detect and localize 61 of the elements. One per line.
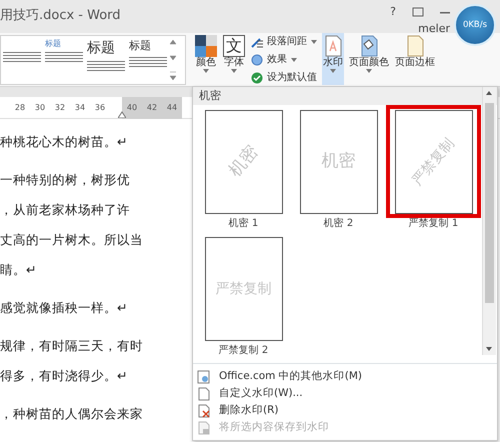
scroll-up-icon[interactable]	[486, 91, 492, 95]
document-line: 睛。↵	[0, 261, 36, 279]
ruler-number: 30	[34, 102, 46, 114]
document-line: 丈高的一片树木。所以当	[0, 231, 143, 249]
document-line: 一种特别的树，树形优	[0, 171, 130, 189]
window-title: 用技巧.docx - Word	[0, 7, 121, 25]
watermark-preview-text: 机密	[322, 150, 356, 174]
fonts-button[interactable]: 文 字体	[222, 33, 246, 75]
menu-item[interactable]: 自定义水印(W)...	[193, 385, 307, 402]
watermark-preview-text: 严禁复制	[408, 134, 458, 190]
style-heading: 标题	[129, 38, 152, 54]
ruler-number: 44	[162, 96, 182, 118]
document-line: ，从前老家林场种了许	[0, 201, 130, 219]
picture-page-icon	[197, 370, 211, 384]
option-label: 严禁复制 1	[408, 218, 458, 230]
font-glyph-icon: 文	[223, 35, 245, 57]
section-header: 机密	[193, 87, 497, 105]
page-border-icon	[405, 35, 425, 57]
text-sample-lines	[3, 52, 41, 62]
ruler-number: 36	[94, 102, 106, 114]
ruler-number: 32	[54, 102, 66, 114]
ruler-number: 28	[14, 102, 26, 114]
style-heading: 标题	[45, 38, 62, 50]
paragraph-spacing-button[interactable]: 段落间距	[250, 33, 318, 51]
effects-button[interactable]: 效果	[250, 51, 318, 69]
text-sample-lines	[87, 61, 125, 71]
delete-page-icon	[197, 404, 211, 418]
style-gallery[interactable]: 标题 标题 标题	[0, 35, 186, 85]
watermark-button[interactable]: 水印	[322, 33, 344, 85]
ruler-number: 42	[142, 96, 162, 118]
document-line: 种桃花心木的树苗。↵	[0, 133, 128, 151]
page-icon	[197, 386, 211, 400]
option-label: 严禁复制 2	[218, 345, 268, 357]
watermark-page-icon	[323, 35, 343, 57]
scroll-down-icon[interactable]	[486, 347, 492, 351]
option-label: 机密 1	[228, 218, 258, 230]
restore-icon[interactable]	[412, 7, 424, 18]
menu-item[interactable]: Office.com 中的其他水印(M)	[193, 368, 366, 385]
ruler-number: 40	[122, 96, 142, 118]
text-sample-lines	[129, 56, 167, 66]
save-page-icon	[197, 420, 211, 434]
page-color-button[interactable]: 页面颜色	[348, 33, 390, 85]
document-line: 感觉就像插秧一样。↵	[0, 299, 128, 317]
menu-item[interactable]: 删除水印(R)	[193, 402, 282, 419]
document-line: 规律，有时隔三天，有时	[0, 337, 143, 355]
scrollbar[interactable]	[482, 87, 496, 355]
check-icon	[251, 72, 263, 84]
paragraph-spacing-icon	[251, 36, 263, 48]
caret-icon	[203, 69, 209, 73]
option-label: 机密 2	[324, 218, 354, 230]
colors-button[interactable]: 颜色	[194, 33, 218, 75]
document-line: 得多，有时浇得少。↵	[0, 367, 128, 385]
ruler-number: 34	[74, 102, 86, 114]
document-line: ，种树苗的人偶尔会来家	[0, 405, 143, 423]
watermark-preview-text: 严禁复制	[216, 280, 272, 298]
text-sample-lines	[45, 52, 83, 62]
watermark-preview-text: 机密	[223, 141, 263, 183]
style-heading: 标题	[87, 39, 116, 58]
help-button[interactable]: ?	[390, 4, 396, 20]
effects-icon	[251, 54, 263, 66]
caret-icon	[231, 69, 237, 73]
